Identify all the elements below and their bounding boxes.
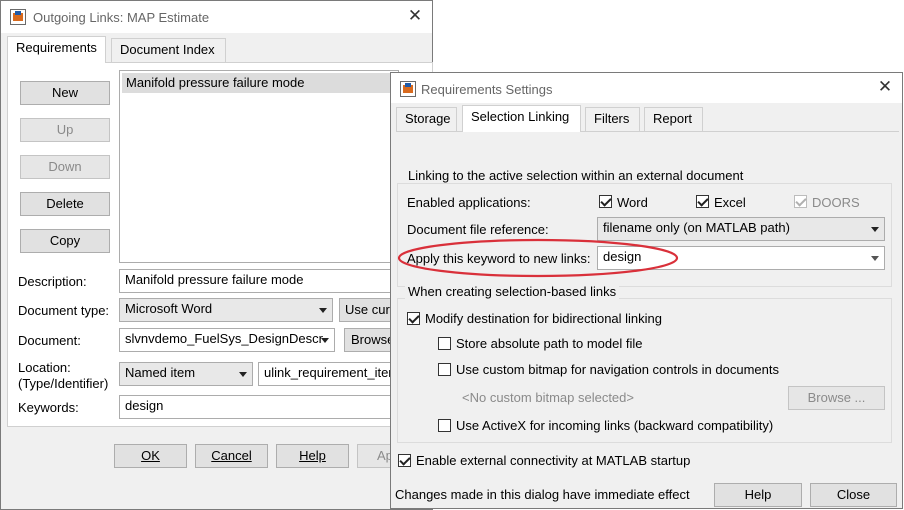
linking-group-legend: Linking to the active selection within a… (405, 168, 747, 183)
enable-external-connectivity-checkbox[interactable] (398, 454, 411, 467)
document-file-reference-value: filename only (on MATLAB path) (603, 220, 790, 235)
chevron-down-icon (239, 372, 247, 377)
tab-report[interactable]: Report (644, 107, 703, 131)
close-button[interactable]: Close (810, 483, 897, 507)
doors-checkbox[interactable] (794, 195, 807, 208)
location-type-identifier-label: (Type/Identifier) (18, 376, 109, 391)
selection-links-group-legend: When creating selection-based links (405, 284, 620, 299)
tab-selection-linking[interactable]: Selection Linking (462, 105, 581, 132)
enabled-applications-label: Enabled applications: (407, 195, 531, 210)
document-file-reference-label: Document file reference: (407, 222, 549, 237)
up-button[interactable]: Up (20, 118, 110, 142)
no-custom-bitmap-text: <No custom bitmap selected> (462, 390, 634, 405)
help-button[interactable]: Help (714, 483, 802, 507)
keywords-label: Keywords: (18, 400, 79, 415)
highlight-ellipse (397, 238, 679, 278)
requirements-list[interactable]: Manifold pressure failure mode (119, 70, 399, 263)
tab-document-index[interactable]: Document Index (111, 38, 226, 62)
location-identifier-field[interactable]: ulink_requirement_item (258, 362, 408, 386)
modify-destination-checkbox[interactable] (407, 312, 420, 325)
tab-filters[interactable]: Filters (585, 107, 640, 131)
new-button[interactable]: New (20, 81, 110, 105)
down-button[interactable]: Down (20, 155, 110, 179)
store-absolute-path-checkbox[interactable] (438, 337, 451, 350)
status-text: Changes made in this dialog have immedia… (395, 487, 690, 502)
tab-requirements[interactable]: Requirements (7, 36, 106, 63)
location-label: Location: (18, 360, 71, 375)
document-value: slvnvdemo_FuelSys_DesignDescr (125, 331, 323, 346)
document-type-label: Document type: (18, 303, 110, 318)
document-type-select[interactable]: Microsoft Word (119, 298, 333, 322)
ok-label: OK (141, 448, 160, 463)
chevron-down-icon (319, 308, 327, 313)
close-icon[interactable]: ✕ (875, 77, 895, 97)
word-label: Word (617, 195, 648, 210)
excel-checkbox[interactable] (696, 195, 709, 208)
keywords-field[interactable]: design (119, 395, 409, 419)
word-checkbox[interactable] (599, 195, 612, 208)
close-icon[interactable]: ✕ (405, 6, 425, 26)
doors-label: DOORS (812, 195, 860, 210)
cancel-label: Cancel (211, 448, 252, 463)
location-type-select[interactable]: Named item (119, 362, 253, 386)
document-label: Document: (18, 333, 81, 348)
settings-title: Requirements Settings (421, 82, 553, 97)
delete-button[interactable]: Delete (20, 192, 110, 216)
custom-bitmap-checkbox[interactable] (438, 363, 451, 376)
help-button[interactable]: Help (276, 444, 349, 468)
matlab-app-icon (10, 9, 26, 25)
document-select[interactable]: slvnvdemo_FuelSys_DesignDescr (119, 328, 335, 352)
copy-button[interactable]: Copy (20, 229, 110, 253)
document-type-value: Microsoft Word (125, 301, 213, 316)
activex-label: Use ActiveX for incoming links (backward… (456, 418, 774, 433)
browse-bitmap-button[interactable]: Browse ... (788, 386, 885, 410)
enable-external-connectivity-label: Enable external connectivity at MATLAB s… (416, 453, 691, 468)
outgoing-links-title: Outgoing Links: MAP Estimate (33, 10, 210, 25)
chevron-down-icon (871, 227, 879, 232)
outgoing-links-window: Outgoing Links: MAP Estimate ✕ Requireme… (0, 0, 433, 510)
description-label: Description: (18, 274, 87, 289)
matlab-app-icon (400, 81, 416, 97)
chevron-down-icon (321, 338, 329, 343)
description-field[interactable]: Manifold pressure failure mode (119, 269, 409, 293)
list-item[interactable]: Manifold pressure failure mode (122, 73, 396, 93)
settings-titlebar: Requirements Settings ✕ (391, 73, 902, 103)
cancel-button[interactable]: Cancel (195, 444, 268, 468)
help-label: Help (299, 448, 326, 463)
activex-checkbox[interactable] (438, 419, 451, 432)
requirements-settings-window: Requirements Settings ✕ Storage Selectio… (390, 72, 903, 509)
custom-bitmap-label: Use custom bitmap for navigation control… (456, 362, 779, 377)
location-type-value: Named item (125, 365, 196, 380)
chevron-down-icon (871, 256, 879, 261)
outgoing-links-titlebar: Outgoing Links: MAP Estimate ✕ (1, 1, 432, 33)
tab-storage[interactable]: Storage (396, 107, 457, 131)
store-absolute-path-label: Store absolute path to model file (456, 336, 643, 351)
modify-destination-label: Modify destination for bidirectional lin… (425, 311, 663, 326)
excel-label: Excel (714, 195, 746, 210)
ok-button[interactable]: OK (114, 444, 187, 468)
